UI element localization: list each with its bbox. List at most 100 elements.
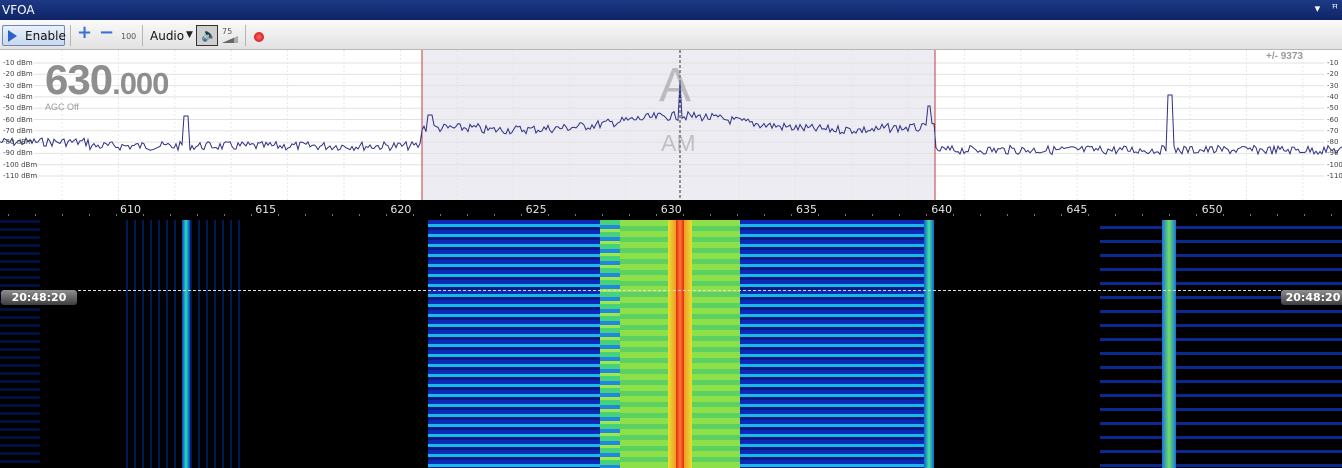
volume-slider[interactable] [222,36,238,43]
frequency-tick-label: 615 [255,203,277,216]
frequency-minor-tick [170,214,171,216]
frequency-minor-tick [1277,214,1278,216]
audio-dropdown[interactable]: Audio [150,29,184,50]
frequency-tick-label: 645 [1066,203,1088,216]
waterfall-signal-band [676,220,684,468]
frequency-minor-tick [1061,214,1062,216]
db-label: -60 dBm [3,115,33,124]
db-label: -40 dBm [3,92,33,101]
frequency-minor-tick [1250,214,1251,216]
frequency-tick-label: 635 [796,203,817,216]
spectrum-panel[interactable]: -10 dBm -20 dBm -30 dBm -40 dBm -50 dBm -60 d… [0,50,1342,200]
zoom-out-button[interactable]: − [99,22,114,43]
frequency-minor-tick [1142,214,1143,216]
frequency-main: 630 [45,56,113,103]
db-label: -40 [1327,92,1339,101]
frequency-minor-tick [413,214,414,216]
frequency-tick-label: 650 [1201,203,1223,216]
db-label: -70 [1327,126,1339,135]
waterfall-display[interactable] [0,220,1342,468]
frequency-minor-tick [656,214,657,216]
frequency-minor-tick [1169,214,1170,216]
frequency-minor-tick [791,214,792,216]
frequency-minor-tick [197,214,198,216]
toolbar-divider [142,25,143,46]
frequency-minor-tick [1007,214,1008,216]
toolbar-divider [70,25,71,46]
db-label: -70 dBm [3,126,33,135]
frequency-tick-label: 620 [390,203,412,216]
frequency-minor-tick [899,214,900,216]
frequency-minor-tick [386,214,387,216]
frequency-minor-tick [494,214,495,216]
frequency-minor-tick [737,214,738,216]
toolbar-divider [245,25,246,46]
db-label: -20 [1327,70,1339,79]
frequency-minor-tick [629,214,630,216]
frequency-fraction: .000 [112,66,169,101]
frequency-minor-tick [1223,214,1224,216]
waterfall-signal-band [428,220,628,468]
caret-down-icon[interactable]: ▾ [1315,2,1321,15]
vfo-letter: A [659,59,692,112]
frequency-tick-label: 610 [120,203,141,216]
frequency-minor-tick [1304,214,1305,216]
enable-button[interactable]: Enable [2,25,66,46]
frequency-minor-tick [818,214,819,216]
db-label: -100 [1327,160,1342,169]
pin-icon[interactable]: ꟸ [1332,2,1338,15]
frequency-minor-tick [278,214,279,216]
frequency-minor-tick [872,214,873,216]
frequency-minor-tick [575,214,576,216]
db-label: -60 [1327,115,1339,124]
db-label: -20 dBm [3,70,33,79]
frequency-minor-tick [548,214,549,216]
db-label: -50 dBm [3,104,33,113]
frequency-minor-tick [305,214,306,216]
speaker-icon: 🔈 [201,28,218,43]
db-label: -90 [1327,149,1339,158]
db-label: -110 dBm [3,172,38,180]
db-label: -10 dBm [3,59,33,67]
frequency-readout[interactable]: 630.000 [45,56,169,104]
frequency-minor-tick [602,214,603,216]
frequency-minor-tick [1331,214,1332,216]
frequency-minor-tick [8,214,9,216]
frequency-tick-label: 640 [931,203,953,216]
db-label: -10 [1327,59,1339,67]
frequency-minor-tick [332,214,333,216]
db-label: -30 dBm [3,81,33,90]
frequency-minor-tick [980,214,981,216]
zoom-in-button[interactable]: + [77,22,92,43]
db-label: -80 dBm [3,138,33,147]
waterfall-signal-band [0,220,40,468]
frequency-minor-tick [1115,214,1116,216]
frequency-minor-tick [89,214,90,216]
frequency-minor-tick [440,214,441,216]
waterfall-signal-band [1100,220,1342,468]
play-icon [8,30,17,42]
frequency-tick-label: 630 [660,203,682,216]
frequency-minor-tick [1088,214,1089,216]
frequency-minor-tick [116,214,117,216]
db-label: -90 dBm [3,149,33,158]
frequency-minor-tick [710,214,711,216]
frequency-minor-tick [764,214,765,216]
frequency-minor-tick [521,214,522,216]
frequency-minor-tick [62,214,63,216]
frequency-minor-tick [143,214,144,216]
record-button[interactable] [254,32,264,42]
waterfall-signal-band [740,220,930,468]
db-label: -30 [1327,81,1339,90]
agc-status: AGC Off [45,102,79,112]
mute-button[interactable]: 🔈 [196,25,218,46]
chevron-down-icon[interactable]: ▼ [186,30,193,51]
toolbar: Enable + − 100 Audio ▼ 🔈 75 [0,20,1342,50]
waterfall-signal-band [924,220,934,468]
frequency-minor-tick [251,214,252,216]
db-label: -110 [1327,172,1342,180]
frequency-scale[interactable]: 610 615 620 625 630 635 640 645 650 [0,200,1342,216]
span-label: +/- 9373 [1266,51,1303,62]
waterfall-time-left: 20:48:20 [1,290,77,305]
frequency-minor-tick [953,214,954,216]
